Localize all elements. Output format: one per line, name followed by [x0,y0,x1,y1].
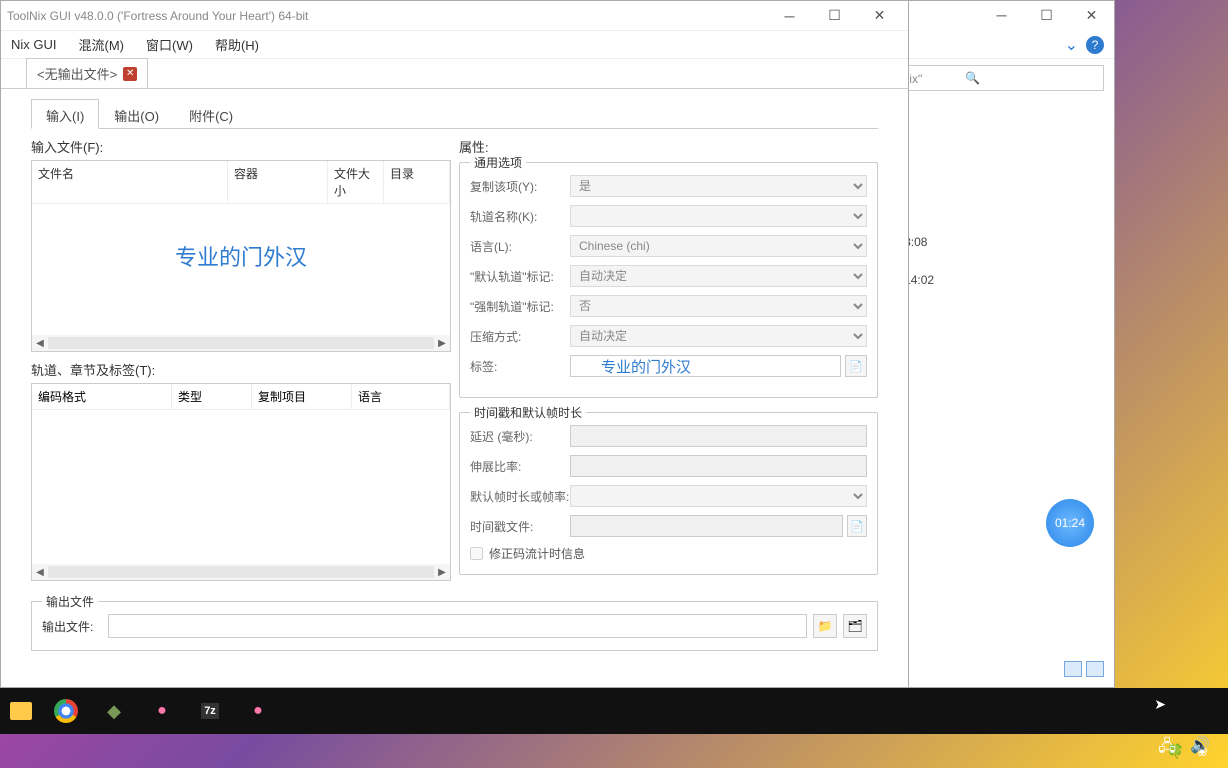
explorer-minimize-button[interactable]: ─ [979,1,1024,29]
menu-help[interactable]: 帮助(H) [211,33,263,56]
common-options-group: 通用选项 复制该项(Y):是 轨道名称(K): 语言(L):Chinese (c… [459,162,878,398]
file-table-header: 文件名 容器 文件大小 目录 [32,161,450,204]
timer-badge: 01:24 [1046,499,1094,547]
track-name-select[interactable] [570,205,867,227]
taskbar-7z-icon[interactable]: 7z [196,697,224,725]
network-icon[interactable]: 🖧 [1158,735,1176,762]
view-list-button[interactable] [1064,661,1082,677]
file-tab[interactable]: <无输出文件> ✕ [26,58,148,88]
main-window: ToolNix GUI v48.0.0 ('Fortress Around Yo… [0,0,909,688]
menu-gui[interactable]: Nix GUI [7,35,61,54]
horizontal-scrollbar-2[interactable]: ◀▶ [32,564,450,580]
file-tabbar: <无输出文件> ✕ [1,59,908,89]
menu-mux[interactable]: 混流(M) [75,33,129,56]
volume-icon[interactable]: 🔊 [1190,735,1210,762]
timing-group: 时间戳和默认帧时长 延迟 (毫秒): 伸展比率: 默认帧时长或帧率: 时间戳文件… [459,412,878,575]
chevron-down-icon[interactable]: ⌄ [1065,35,1078,55]
tracks-table-header: 编码格式 类型 复制项目 语言 [32,384,450,410]
menu-window[interactable]: 窗口(W) [142,33,197,56]
tab-output[interactable]: 输出(O) [99,99,174,128]
search-icon: 🔍 [965,71,1097,85]
horizontal-scrollbar[interactable]: ◀▶ [32,335,450,351]
tab-attach[interactable]: 附件(C) [174,99,248,128]
maximize-button[interactable]: ☐ [812,2,857,30]
explorer-close-button[interactable]: ✕ [1069,1,1114,29]
taskbar-chrome-icon[interactable] [52,697,80,725]
copy-item-select[interactable]: 是 [570,175,867,197]
minimize-button[interactable]: ─ [767,2,812,30]
compression-select[interactable]: 自动决定 [570,325,867,347]
language-select[interactable]: Chinese (chi) [570,235,867,257]
output-file-group: 输出文件 输出文件: 📁 🗂 [31,601,878,651]
tags-browse-button[interactable]: 📄 [845,355,867,377]
menubar: Nix GUI 混流(M) 窗口(W) 帮助(H) [1,31,908,59]
stretch-input[interactable] [570,455,867,477]
explorer-maximize-button[interactable]: ☐ [1024,1,1069,29]
output-recent-button[interactable]: 🗂 [843,614,867,638]
output-browse-button[interactable]: 📁 [813,614,837,638]
help-icon[interactable]: ? [1086,36,1104,54]
tab-close-icon[interactable]: ✕ [123,67,137,81]
delay-input[interactable] [570,425,867,447]
timestamp-file-input[interactable] [570,515,843,537]
default-flag-select[interactable]: 自动决定 [570,265,867,287]
taskbar-app2-icon[interactable]: ● [244,697,272,725]
titlebar[interactable]: ToolNix GUI v48.0.0 ('Fortress Around Yo… [1,1,908,31]
fps-select[interactable] [570,485,867,507]
timestamp-browse-button[interactable]: 📄 [847,515,867,537]
input-files-label: 输入文件(F): [31,137,451,156]
input-files-table[interactable]: 文件名 容器 文件大小 目录 专业的门外汉 ◀▶ [31,160,451,352]
taskbar-app-icon[interactable]: ● [148,697,176,725]
system-tray: 🍀 ❀ [0,734,1228,768]
tracks-table[interactable]: 编码格式 类型 复制项目 语言 ◀▶ [31,383,451,581]
close-button[interactable]: ✕ [857,2,902,30]
tags-watermark: 专业的门外汉 [570,355,841,377]
view-grid-button[interactable] [1086,661,1104,677]
forced-flag-select[interactable]: 否 [570,295,867,317]
cursor-icon: ➤ [1154,696,1166,713]
taskbar-idm-icon[interactable]: ◆ [100,697,128,725]
watermark-text: 专业的门外汉 [175,240,307,272]
fix-dts-checkbox[interactable] [470,547,483,560]
output-file-input[interactable] [108,614,807,638]
taskbar: ◆ ● 7z ● [0,688,1228,734]
window-title: ToolNix GUI v48.0.0 ('Fortress Around Yo… [7,9,767,23]
tracks-label: 轨道、章节及标签(T): [31,360,451,379]
subtabs: 输入(I) 输出(O) 附件(C) [31,99,878,129]
view-mode-buttons [1064,661,1104,677]
taskbar-explorer-icon[interactable] [10,702,32,720]
tab-input[interactable]: 输入(I) [31,99,99,129]
